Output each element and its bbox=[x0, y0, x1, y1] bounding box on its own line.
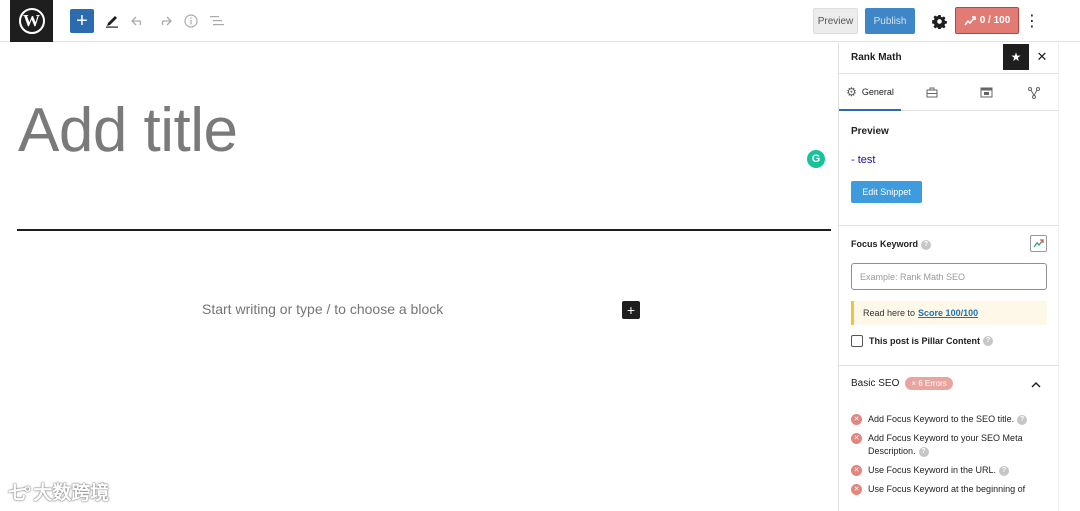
help-icon[interactable]: ? bbox=[999, 465, 1010, 476]
seo-check-label: Use Focus Keyword in the URL. bbox=[868, 465, 997, 475]
add-block-button[interactable]: + bbox=[622, 301, 640, 319]
error-icon: ✕ bbox=[851, 465, 862, 476]
edit-snippet-button[interactable]: Edit Snippet bbox=[851, 181, 922, 203]
pillar-content-label: This post is Pillar Content bbox=[869, 336, 981, 346]
block-placeholder-input[interactable]: Start writing or type / to choose a bloc… bbox=[202, 301, 443, 317]
errors-badge: × 6 Errors bbox=[905, 377, 953, 390]
seo-check-text: Use Focus Keyword in the URL.? bbox=[868, 464, 1010, 477]
seo-check-text: Add Focus Keyword to the SEO title.? bbox=[868, 413, 1028, 426]
basic-seo-section: Basic SEO × 6 Errors ✕ Add Focus Keyword … bbox=[839, 366, 1058, 511]
help-icon[interactable]: ? bbox=[1017, 414, 1028, 425]
sidebar-header: Rank Math ★ ✕ bbox=[839, 43, 1058, 74]
info-icon[interactable] bbox=[181, 10, 201, 32]
notice-text: Read here to bbox=[863, 308, 916, 318]
rank-math-chart-icon bbox=[964, 15, 976, 25]
preview-button[interactable]: Preview bbox=[813, 8, 858, 34]
basic-seo-heading: Basic SEO bbox=[851, 378, 900, 390]
list-view-icon[interactable] bbox=[207, 10, 227, 32]
scrollbar-track[interactable] bbox=[1058, 43, 1080, 511]
pencil-icon[interactable] bbox=[102, 10, 122, 32]
seo-check-label: Add Focus Keyword to the SEO title. bbox=[868, 414, 1015, 424]
sidebar-title: Rank Math bbox=[851, 52, 902, 63]
top-toolbar: W + Preview Publish 0 / 100 ⋮ bbox=[0, 0, 1080, 42]
focus-keyword-input[interactable]: Example: Rank Math SEO bbox=[851, 263, 1047, 290]
tab-schema[interactable] bbox=[963, 74, 1009, 111]
seo-check-item: ✕ Add Focus Keyword to your SEO Meta Des… bbox=[851, 432, 1051, 458]
tab-social[interactable] bbox=[1009, 74, 1058, 111]
post-title-input[interactable]: Add title bbox=[18, 95, 238, 166]
schema-icon bbox=[980, 87, 992, 98]
focus-keyword-label: Focus Keyword bbox=[851, 239, 919, 249]
error-icon: ✕ bbox=[851, 484, 862, 495]
seo-check-item: ✕ Use Focus Keyword in the URL.? bbox=[851, 464, 1051, 477]
seo-check-item: ✕ Add Focus Keyword to the SEO title.? bbox=[851, 413, 1051, 426]
rank-math-sidebar: Rank Math ★ ✕ ⚙ General Preview - test E… bbox=[838, 43, 1058, 511]
trends-icon[interactable] bbox=[1030, 235, 1047, 252]
block-inserter-button[interactable]: + bbox=[70, 9, 94, 33]
preview-heading: Preview bbox=[851, 126, 889, 137]
basic-seo-header[interactable]: Basic SEO × 6 Errors bbox=[851, 377, 953, 390]
wordpress-logo-glyph: W bbox=[18, 8, 45, 34]
seo-score-value: 0 / 100 bbox=[979, 15, 1011, 26]
settings-gear-icon[interactable] bbox=[928, 9, 950, 33]
help-icon[interactable]: ? bbox=[921, 239, 932, 250]
seo-check-label: Use Focus Keyword at the beginning of bbox=[868, 484, 1026, 494]
sidebar-tabs: ⚙ General bbox=[839, 74, 1058, 111]
score-link[interactable]: Score 100/100 bbox=[918, 308, 978, 318]
redo-icon[interactable] bbox=[155, 10, 175, 32]
snippet-title[interactable]: - test bbox=[851, 154, 875, 166]
chevron-up-icon[interactable] bbox=[1031, 379, 1041, 391]
seo-check-label: Add Focus Keyword to your SEO Meta Descr… bbox=[868, 433, 1023, 456]
preview-section: Preview - test Edit Snippet bbox=[839, 112, 1058, 226]
focus-keyword-section: Focus Keyword? Example: Rank Math SEO Re… bbox=[839, 226, 1058, 366]
help-icon[interactable]: ? bbox=[918, 446, 929, 457]
seo-check-text: Add Focus Keyword to your SEO Meta Descr… bbox=[868, 432, 1051, 458]
pin-star-icon[interactable]: ★ bbox=[1003, 44, 1029, 70]
tab-general[interactable]: ⚙ General bbox=[839, 74, 901, 111]
seo-check-item: ✕ Use Focus Keyword at the beginning of bbox=[851, 483, 1051, 496]
publish-button[interactable]: Publish bbox=[865, 8, 915, 34]
error-icon: ✕ bbox=[851, 414, 862, 425]
editor-canvas: Add title G Start writing or type / to c… bbox=[0, 43, 838, 511]
rank-math-score-button[interactable]: 0 / 100 bbox=[955, 7, 1019, 34]
pillar-content-row[interactable]: This post is Pillar Content ? bbox=[851, 335, 994, 347]
watermark-text: 大数跨境 bbox=[33, 483, 110, 504]
toolbox-icon bbox=[926, 87, 938, 98]
help-icon[interactable]: ? bbox=[983, 336, 994, 346]
close-icon[interactable]: ✕ bbox=[1035, 47, 1049, 67]
error-icon: ✕ bbox=[851, 433, 862, 444]
focus-keyword-heading: Focus Keyword? bbox=[851, 239, 932, 250]
watermark-logo: 七° bbox=[8, 482, 31, 503]
tab-advanced[interactable] bbox=[901, 74, 963, 111]
title-divider bbox=[17, 229, 831, 231]
score-notice: Read here to Score 100/100 bbox=[851, 301, 1047, 325]
wordpress-logo-icon[interactable]: W bbox=[10, 0, 53, 42]
pillar-content-checkbox[interactable] bbox=[851, 335, 863, 347]
gear-icon: ⚙ bbox=[846, 84, 857, 99]
tab-general-label: General bbox=[861, 86, 894, 97]
undo-icon[interactable] bbox=[128, 10, 148, 32]
social-icon bbox=[1028, 86, 1040, 99]
more-options-icon[interactable]: ⋮ bbox=[1024, 10, 1040, 32]
watermark: 七° 大数跨境 bbox=[8, 478, 109, 505]
grammarly-icon[interactable]: G bbox=[807, 150, 825, 168]
